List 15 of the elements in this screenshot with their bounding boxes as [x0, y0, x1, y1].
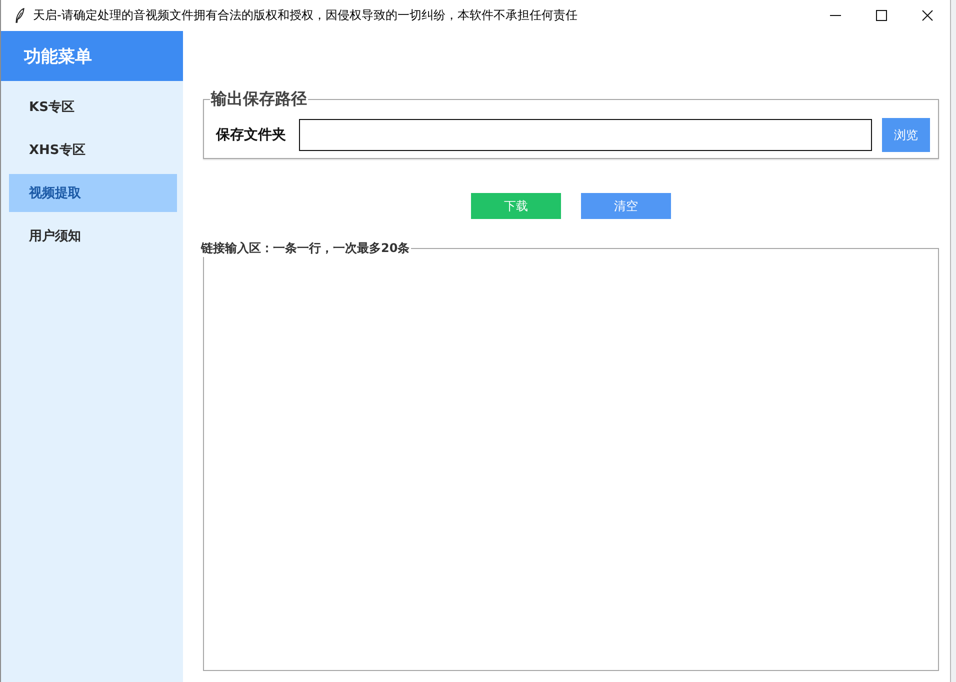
link-input-field[interactable]: 链接输入区：一条一行，一次最多20条: [203, 240, 939, 671]
window-title: 天启-请确定处理的音视频文件拥有合法的版权和授权，因侵权导致的一切纠纷，本软件不承担任何责任: [33, 7, 578, 24]
sidebar-item[interactable]: KS专区: [9, 88, 177, 126]
minimize-icon: [830, 15, 840, 16]
folder-input-field[interactable]: [299, 119, 872, 151]
close-icon: [922, 10, 932, 21]
sidebar-item[interactable]: XHS专区: [9, 131, 177, 169]
output-path-legend: 输出保存路径: [210, 89, 308, 110]
link-input-legend: 链接输入区：一条一行，一次最多20条: [200, 240, 411, 257]
sidebar-header: 功能菜单: [1, 31, 183, 81]
feather-icon: [15, 8, 25, 23]
sidebar-item[interactable]: 用户须知: [9, 217, 177, 255]
folder-label: 保存文件夹: [216, 126, 286, 144]
sidebar-item[interactable]: 视频提取: [9, 174, 177, 212]
maximize-icon: [876, 10, 886, 21]
